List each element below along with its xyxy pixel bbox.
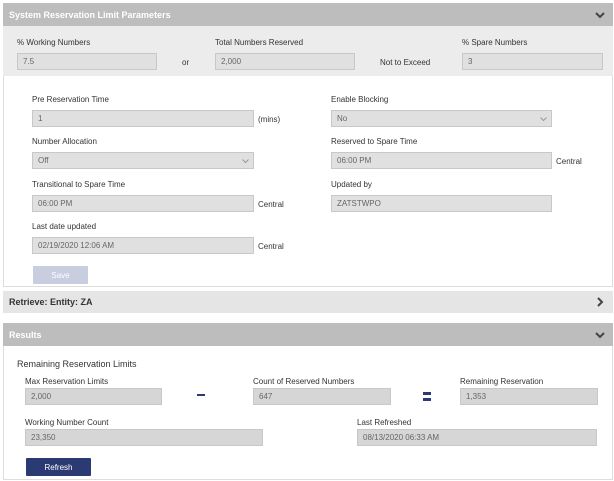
working-count-field[interactable]: 23,350: [25, 429, 263, 446]
refresh-button[interactable]: Refresh: [26, 458, 91, 476]
spare-numbers-label: % Spare Numbers: [462, 38, 528, 47]
pre-reservation-label: Pre Reservation Time: [32, 95, 109, 104]
max-limits-field[interactable]: 2,000: [25, 388, 162, 405]
equals-icon: [423, 392, 431, 402]
caret-down-icon: [540, 116, 547, 121]
count-reserved-value: 647: [259, 392, 273, 401]
pre-reservation-value: 1: [38, 114, 43, 123]
total-reserved-label: Total Numbers Reserved: [215, 38, 304, 47]
last-refreshed-field[interactable]: 08/13/2020 06:33 AM: [357, 429, 597, 446]
caret-down-icon: [242, 158, 249, 163]
number-allocation-label: Number Allocation: [32, 137, 97, 146]
reservation-params-header[interactable]: System Reservation Limit Parameters: [3, 3, 613, 26]
chevron-down-icon[interactable]: [595, 10, 605, 20]
pre-reservation-field[interactable]: 1: [32, 110, 254, 127]
remaining-field[interactable]: 1,353: [460, 388, 598, 405]
save-button[interactable]: Save: [33, 266, 88, 284]
transitional-label: Transitional to Spare Time: [32, 180, 126, 189]
reserved-to-spare-timezone: Central: [556, 157, 582, 166]
count-reserved-label: Count of Reserved Numbers: [253, 377, 355, 386]
not-to-exceed-text: Not to Exceed: [380, 58, 431, 67]
retrieve-header[interactable]: Retrieve: Entity: ZA: [3, 291, 613, 313]
last-date-field[interactable]: 02/19/2020 12:06 AM: [32, 237, 254, 254]
total-reserved-field[interactable]: 2,000: [215, 53, 355, 70]
reserved-to-spare-label: Reserved to Spare Time: [331, 137, 418, 146]
enable-blocking-value: No: [337, 114, 348, 123]
reserved-to-spare-field[interactable]: 06:00 PM: [331, 152, 552, 169]
working-numbers-value: 7.5: [23, 57, 35, 66]
working-numbers-label: % Working Numbers: [17, 38, 91, 47]
total-reserved-value: 2,000: [221, 57, 242, 66]
last-date-label: Last date updated: [32, 222, 97, 231]
max-limits-value: 2,000: [31, 392, 52, 401]
remaining-label: Remaining Reservation: [460, 377, 544, 386]
max-limits-label: Max Reservation Limits: [25, 377, 109, 386]
or-text: or: [182, 58, 190, 67]
updated-by-field[interactable]: ZATSTWPO: [331, 195, 552, 212]
number-allocation-select[interactable]: Off: [32, 152, 254, 169]
enable-blocking-label: Enable Blocking: [331, 95, 389, 104]
transitional-field[interactable]: 06:00 PM: [32, 195, 254, 212]
count-reserved-field[interactable]: 647: [253, 388, 391, 405]
refresh-label: Refresh: [44, 462, 73, 472]
updated-by-label: Updated by: [331, 180, 372, 189]
reservation-params-title: System Reservation Limit Parameters: [9, 9, 171, 20]
results-subtitle: Remaining Reservation Limits: [17, 359, 137, 369]
remaining-value: 1,353: [466, 392, 487, 401]
results-title: Results: [9, 329, 42, 340]
chevron-down-icon[interactable]: [595, 330, 605, 340]
results-header[interactable]: Results: [3, 323, 613, 346]
reserved-to-spare-value: 06:00 PM: [337, 156, 372, 165]
transitional-value: 06:00 PM: [38, 199, 73, 208]
save-label: Save: [51, 270, 70, 280]
spare-numbers-field[interactable]: 3: [462, 53, 603, 70]
retrieve-title: Retrieve: Entity: ZA: [9, 297, 93, 307]
working-numbers-field[interactable]: 7.5: [17, 53, 157, 70]
last-date-timezone: Central: [258, 242, 284, 251]
working-count-label: Working Number Count: [25, 418, 109, 427]
last-refreshed-value: 08/13/2020 06:33 AM: [363, 433, 440, 442]
number-allocation-value: Off: [38, 156, 49, 165]
updated-by-value: ZATSTWPO: [337, 199, 381, 208]
last-date-value: 02/19/2020 12:06 AM: [38, 241, 115, 250]
spare-numbers-value: 3: [468, 57, 473, 66]
last-refreshed-label: Last Refreshed: [357, 418, 412, 427]
transitional-timezone: Central: [258, 200, 284, 209]
minus-icon: [197, 394, 205, 396]
chevron-right-icon[interactable]: [595, 297, 605, 307]
enable-blocking-select[interactable]: No: [331, 110, 552, 127]
mins-text: (mins): [258, 115, 281, 124]
working-count-value: 23,350: [31, 433, 56, 442]
